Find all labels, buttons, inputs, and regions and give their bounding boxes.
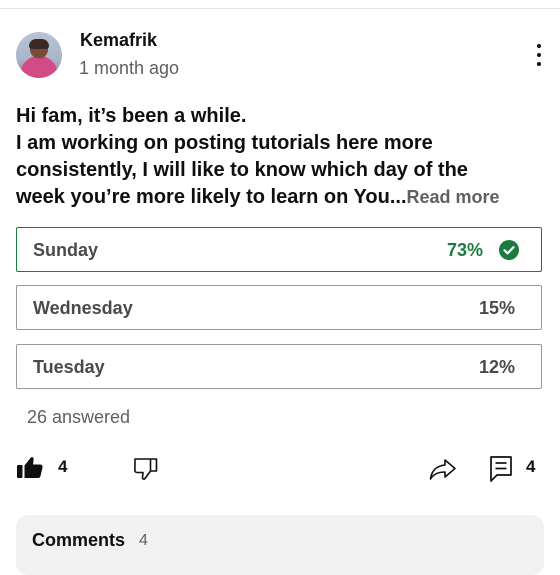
post-text: Hi fam, it’s been a while. I am working … [16, 103, 544, 211]
poll-option-sunday[interactable]: Sunday 73% [16, 227, 542, 272]
more-vert-icon [537, 44, 541, 48]
post-text-line-last: week you’re more likely to learn on You.… [16, 184, 544, 211]
poll-option-percent: 15% [478, 298, 515, 318]
poll-option-label: Sunday [33, 240, 99, 260]
more-vert-dot [537, 53, 541, 57]
comments-section[interactable]: Comments 4 [16, 515, 544, 575]
divider [0, 8, 560, 9]
poll-option-percent: 73% [446, 240, 483, 260]
poll-option-tuesday[interactable]: Tuesday 12% [16, 344, 542, 389]
poll-option-wednesday[interactable]: Wednesday 15% [16, 285, 542, 330]
post-text-line: consistently, I will like to know which … [16, 159, 468, 181]
check-circle-icon [499, 240, 519, 260]
post-text-line: I am working on posting tutorials here m… [16, 132, 433, 154]
poll-option-percent: 12% [478, 357, 515, 377]
dislike-button[interactable] [133, 456, 161, 482]
poll-option-label: Tuesday [33, 357, 105, 377]
comment-count: 4 [526, 457, 536, 476]
thumb-down-outline-icon [134, 458, 158, 480]
post-timestamp: 1 month ago [79, 58, 180, 78]
channel-avatar[interactable] [16, 32, 62, 78]
read-more-link[interactable]: Read more [407, 187, 500, 207]
comments-title: Comments [32, 530, 126, 550]
thumb-up-filled-icon [17, 457, 43, 478]
share-arrow-icon [429, 459, 456, 480]
comments-count: 4 [139, 532, 148, 549]
share-button[interactable] [428, 456, 458, 482]
like-count: 4 [58, 457, 68, 476]
more-options-button[interactable] [532, 43, 546, 67]
comment-bubble-icon [490, 456, 512, 482]
poll-option-label: Wednesday [33, 298, 133, 318]
like-button[interactable] [16, 454, 46, 482]
post-text-line: Hi fam, it’s been a while. [16, 105, 247, 127]
comment-button[interactable] [489, 455, 515, 483]
poll-answered-count: 26 answered [27, 407, 131, 427]
post-text-truncated: week you’re more likely to learn on You.… [16, 186, 407, 208]
more-vert-dot [537, 62, 541, 66]
channel-name[interactable]: Kemafrik [80, 30, 157, 51]
